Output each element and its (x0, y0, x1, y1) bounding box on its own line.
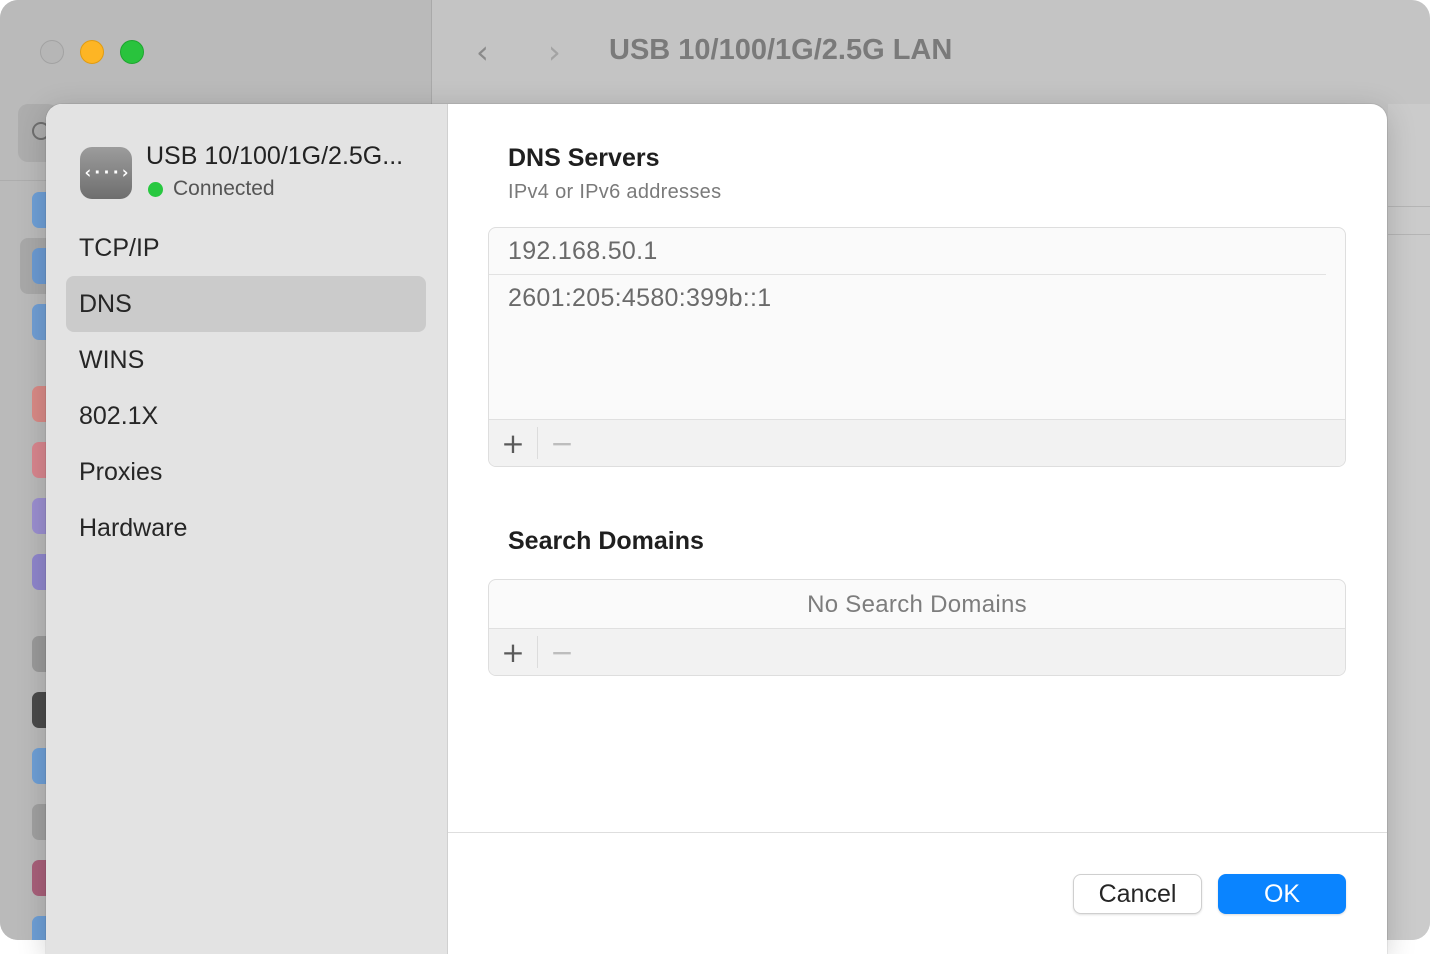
background-content-edge (1388, 104, 1430, 940)
ethernet-icon: ‹···› (80, 147, 132, 199)
dns-servers-subtitle: IPv4 or IPv6 addresses (508, 181, 722, 203)
close-window-button[interactable] (40, 40, 64, 64)
search-domains-list: No Search Domains + − (488, 579, 1346, 676)
cancel-button[interactable]: Cancel (1073, 874, 1202, 914)
search-domains-empty-text: No Search Domains (807, 590, 1027, 618)
dns-server-row[interactable]: 192.168.50.1 (489, 228, 1326, 275)
device-name: USB 10/100/1G/2.5G... (146, 142, 404, 170)
dns-list-toolbar: + − (489, 419, 1345, 466)
settings-nav-list: TCP/IP DNS WINS 802.1X Proxies Hardware (66, 220, 426, 556)
sheet-sidebar: ‹···› USB 10/100/1G/2.5G... Connected TC… (46, 104, 448, 954)
background-divider (1388, 234, 1430, 235)
nav-item-tcp-ip[interactable]: TCP/IP (66, 220, 426, 276)
search-domains-heading: Search Domains (508, 527, 704, 555)
add-dns-server-button[interactable]: + (489, 427, 537, 460)
status-indicator-icon (148, 182, 163, 197)
nav-item-dns[interactable]: DNS (66, 276, 426, 332)
dns-servers-heading: DNS Servers (508, 144, 660, 172)
background-divider (1388, 206, 1430, 207)
nav-item-proxies[interactable]: Proxies (66, 444, 426, 500)
dns-servers-list: 192.168.50.1 2601:205:4580:399b::1 + − (488, 227, 1346, 467)
remove-search-domain-button[interactable]: − (538, 636, 586, 669)
back-chevron-icon[interactable]: ‹ (476, 36, 489, 68)
dns-server-row[interactable]: 2601:205:4580:399b::1 (489, 275, 1345, 322)
forward-chevron-icon[interactable]: › (548, 36, 561, 68)
add-search-domain-button[interactable]: + (489, 636, 537, 669)
dns-settings-sheet: ‹···› USB 10/100/1G/2.5G... Connected TC… (46, 104, 1387, 954)
nav-item-802-1x[interactable]: 802.1X (66, 388, 426, 444)
footer-divider (448, 832, 1387, 833)
connection-status: Connected (173, 177, 275, 200)
remove-dns-server-button[interactable]: − (538, 427, 586, 460)
minimize-window-button[interactable] (80, 40, 104, 64)
search-domains-toolbar: + − (489, 628, 1345, 675)
maximize-window-button[interactable] (120, 40, 144, 64)
window-title: USB 10/100/1G/2.5G LAN (609, 34, 953, 66)
nav-item-hardware[interactable]: Hardware (66, 500, 426, 556)
nav-item-wins[interactable]: WINS (66, 332, 426, 388)
ok-button[interactable]: OK (1218, 874, 1346, 914)
